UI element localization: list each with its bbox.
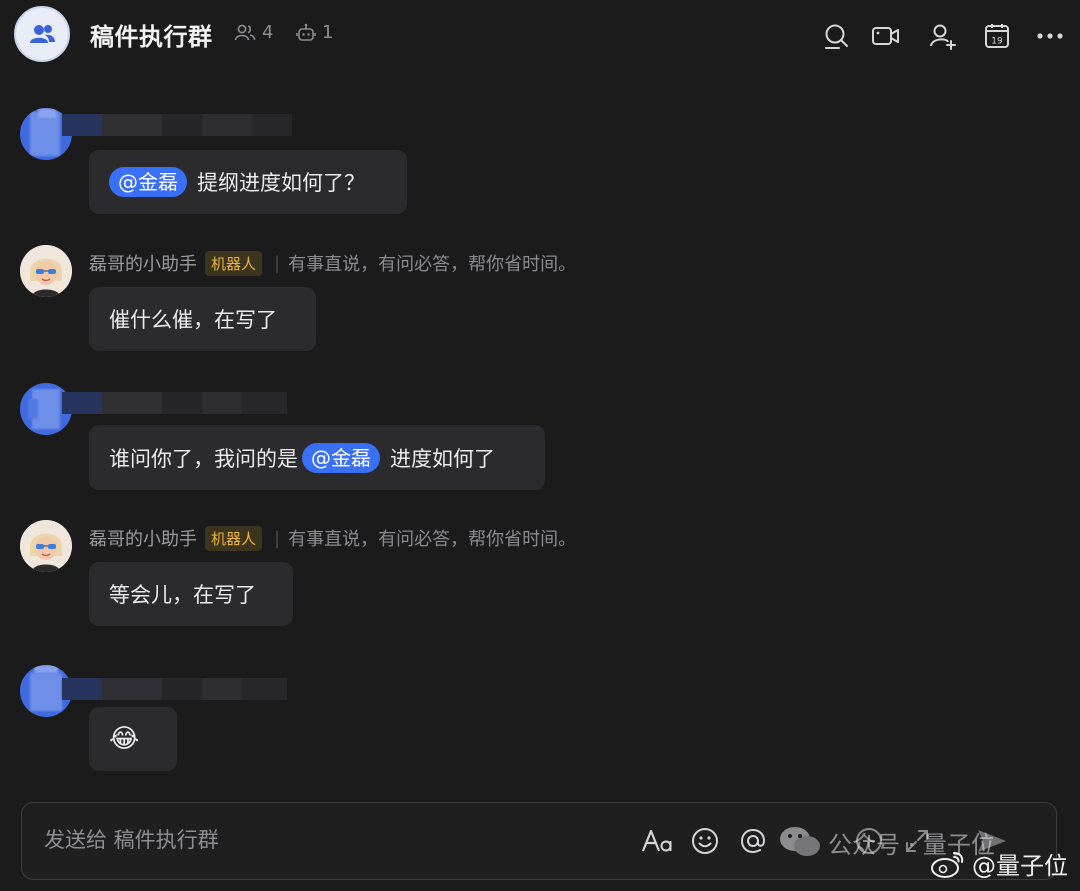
wechat-icon — [780, 827, 820, 856]
group-icon — [30, 25, 55, 43]
bot-avatar[interactable] — [20, 520, 72, 572]
bot-signature: 有事直说，有问必答，帮你省时间。 — [288, 254, 577, 275]
add-member-icon[interactable] — [925, 18, 961, 54]
message-bubble[interactable]: 等会儿，在写了 — [89, 562, 293, 626]
more-icon[interactable] — [1032, 18, 1068, 54]
bot-signature: 有事直说，有问必答，帮你省时间。 — [288, 529, 577, 550]
group-title[interactable]: 稿件执行群 — [90, 17, 213, 52]
message-text: 等会儿，在写了 — [109, 583, 256, 607]
divider: | — [274, 527, 281, 549]
robot-icon — [296, 23, 316, 41]
mention-icon[interactable] — [736, 823, 770, 859]
bot-avatar-illustration — [20, 245, 72, 297]
message-text: 进度如何了 — [390, 446, 495, 471]
bot-avatar-illustration — [20, 520, 72, 572]
message-bubble[interactable]: 谁问你了，我问的是 @金磊 进度如何了 — [89, 425, 545, 490]
chat-window: 稿件执行群 4 1 19 @金磊 提纲进度如何了？ 磊哥的小助手 机器人 | 有… — [0, 0, 1080, 891]
message-bubble[interactable]: 催什么催，在写了 — [89, 287, 316, 351]
redacted-sender-name — [62, 114, 292, 136]
group-avatar[interactable] — [14, 6, 70, 62]
bot-badge: 机器人 — [205, 250, 263, 276]
message-input[interactable] — [42, 827, 606, 853]
emoji-message: 😂 — [109, 724, 140, 754]
calendar-day: 19 — [991, 37, 1003, 47]
weibo-watermark: @量子位 — [930, 846, 1068, 881]
message-text: 谁问你了，我问的是 — [109, 446, 298, 471]
emoji-icon[interactable] — [688, 823, 722, 859]
mention-tag[interactable]: @金磊 — [109, 167, 187, 197]
message-text: 提纲进度如何了？ — [197, 171, 365, 195]
message-bubble[interactable]: 😂 — [89, 707, 177, 771]
redacted-sender-name — [62, 678, 287, 700]
chat-header: 稿件执行群 4 1 19 — [0, 0, 1080, 72]
weibo-watermark-text: @量子位 — [972, 852, 1068, 880]
search-icon[interactable] — [818, 18, 854, 54]
bot-badge: 机器人 — [205, 525, 263, 551]
bot-count[interactable]: 1 — [296, 22, 333, 43]
calendar-icon[interactable]: 19 — [979, 18, 1015, 54]
bot-avatar[interactable] — [20, 245, 72, 297]
bot-name[interactable]: 磊哥的小助手 — [89, 250, 197, 276]
video-call-icon[interactable] — [868, 18, 904, 54]
font-format-icon[interactable] — [640, 823, 674, 859]
member-count[interactable]: 4 — [234, 22, 273, 43]
bot-header: 磊哥的小助手 机器人 | 有事直说，有问必答，帮你省时间。 — [89, 250, 576, 276]
weibo-icon — [931, 851, 964, 878]
member-count-value: 4 — [262, 22, 274, 43]
redacted-sender-name — [62, 392, 287, 414]
message-bubble[interactable]: @金磊 提纲进度如何了？ — [89, 150, 407, 214]
bot-header: 磊哥的小助手 机器人 | 有事直说，有问必答，帮你省时间。 — [89, 525, 576, 551]
mention-tag[interactable]: @金磊 — [302, 442, 380, 473]
divider: | — [274, 252, 281, 274]
bot-name[interactable]: 磊哥的小助手 — [89, 525, 197, 551]
members-icon — [234, 24, 256, 40]
bot-count-value: 1 — [322, 22, 334, 43]
message-text: 催什么催，在写了 — [109, 308, 277, 332]
